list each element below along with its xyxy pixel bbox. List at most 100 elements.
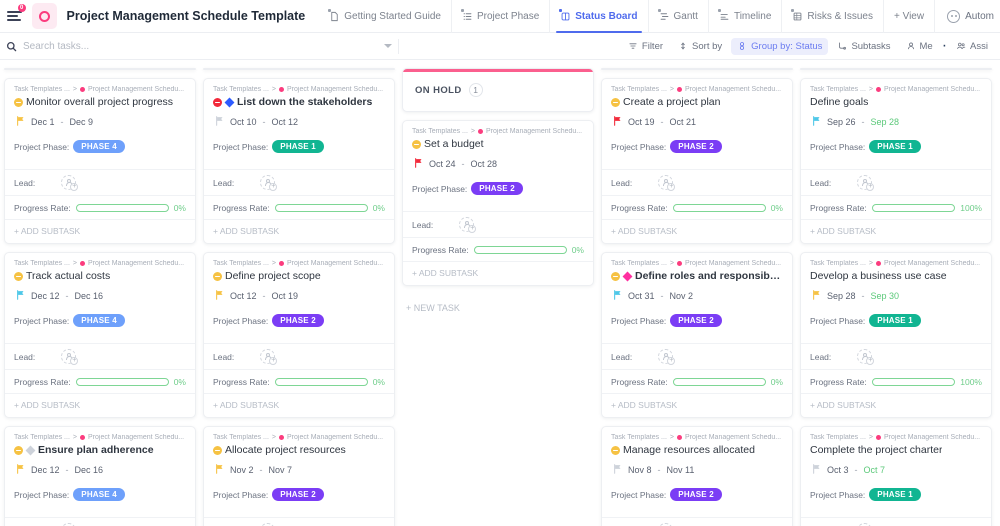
task-title[interactable]: Ensure plan adherence	[38, 444, 154, 457]
progress-bar[interactable]	[274, 203, 368, 212]
task-title[interactable]: Develop a business use case	[810, 270, 947, 283]
project-phase-chip[interactable]: PHASE 4	[73, 314, 125, 327]
progress-bar[interactable]	[75, 203, 169, 212]
progress-rate-field[interactable]: Progress Rate: 0%	[5, 369, 195, 393]
toolbar-button-group-by-status[interactable]: Group by: Status	[731, 37, 829, 55]
progress-bar[interactable]	[871, 377, 956, 386]
project-phase-chip[interactable]: PHASE 2	[670, 488, 722, 501]
lead-field[interactable]: Lead:+	[602, 169, 792, 195]
project-phase-field[interactable]: Project Phase: PHASE 4	[14, 485, 186, 509]
project-phase-field[interactable]: Project Phase: PHASE 1	[810, 137, 982, 161]
task-title[interactable]: Allocate project resources	[225, 444, 346, 457]
task-date-range[interactable]: Sep 26- Sep 28	[810, 116, 982, 128]
tab-getting-started-guide[interactable]: Getting Started Guide	[319, 0, 451, 33]
project-phase-field[interactable]: Project Phase: PHASE 2	[213, 311, 385, 335]
task-date-range[interactable]: Oct 31- Nov 2	[611, 290, 783, 302]
project-phase-chip[interactable]: PHASE 2	[471, 182, 523, 195]
lead-field[interactable]: Lead:+	[5, 517, 195, 526]
breadcrumb[interactable]: Task Templates ... > Project Management Sc…	[810, 434, 982, 441]
task-card[interactable]: Task Templates ... > Project Management Sc…	[800, 252, 992, 418]
add-subtask-button[interactable]: + ADD SUBTASK	[403, 261, 593, 285]
task-title[interactable]: Complete the project charter	[810, 444, 942, 457]
add-assignee-avatar-icon[interactable]: +	[260, 175, 278, 191]
add-assignee-avatar-icon[interactable]: +	[658, 349, 676, 365]
progress-rate-field[interactable]: Progress Rate: 100%	[801, 195, 991, 219]
column-header[interactable]: TO DO 7	[4, 68, 196, 70]
task-title[interactable]: List down the stakeholders	[237, 96, 372, 109]
breadcrumb[interactable]: Task Templates ... > Project Management Sc…	[213, 434, 385, 441]
task-card[interactable]: Task Templates ... > Project Management Sc…	[4, 252, 196, 418]
task-card[interactable]: Task Templates ... > Project Management Sc…	[800, 78, 992, 244]
lead-field[interactable]: Lead:+	[5, 169, 195, 195]
task-card[interactable]: Task Templates ... > Project Management Sc…	[601, 426, 793, 526]
progress-rate-field[interactable]: Progress Rate: 100%	[801, 369, 991, 393]
progress-bar[interactable]	[274, 377, 368, 386]
breadcrumb[interactable]: Task Templates ... > Project Management Sc…	[213, 86, 385, 93]
toolbar-button-sort-by[interactable]: Sort by	[672, 38, 728, 55]
breadcrumb[interactable]: Task Templates ... > Project Management Sc…	[14, 434, 186, 441]
task-date-range[interactable]: Nov 8- Nov 11	[611, 464, 783, 476]
tab-risks-issues[interactable]: Risks & Issues	[781, 0, 883, 33]
search-input[interactable]	[23, 40, 123, 52]
breadcrumb[interactable]: Task Templates ... > Project Management Sc…	[412, 128, 584, 135]
project-phase-field[interactable]: Project Phase: PHASE 2	[412, 179, 584, 203]
task-title[interactable]: Track actual costs	[26, 270, 110, 283]
lead-field[interactable]: Lead:+	[204, 517, 394, 526]
tab-status-board[interactable]: Status Board	[549, 0, 647, 33]
task-card[interactable]: Task Templates ... > Project Management Sc…	[4, 426, 196, 526]
task-card[interactable]: Task Templates ... > Project Management Sc…	[601, 252, 793, 418]
workspace-logo[interactable]	[31, 3, 57, 29]
column-header[interactable]: DELAYED 3	[601, 68, 793, 70]
priority-status-icon[interactable]	[213, 98, 222, 107]
priority-status-icon[interactable]	[213, 272, 222, 281]
task-date-range[interactable]: Oct 12- Oct 19	[213, 290, 385, 302]
lead-field[interactable]: Lead:+	[204, 343, 394, 369]
task-date-range[interactable]: Oct 19- Oct 21	[611, 116, 783, 128]
project-phase-field[interactable]: Project Phase: PHASE 4	[14, 137, 186, 161]
task-date-range[interactable]: Dec 12- Dec 16	[14, 464, 186, 476]
tab-gantt[interactable]: Gantt	[647, 0, 708, 33]
column-header[interactable]: IN PROGRESS 5	[203, 68, 395, 70]
project-phase-chip[interactable]: PHASE 1	[869, 314, 921, 327]
new-task-button[interactable]: + NEW TASK	[402, 294, 594, 322]
column-header[interactable]: ON HOLD 1	[402, 68, 594, 112]
add-assignee-avatar-icon[interactable]: +	[658, 175, 676, 191]
priority-status-icon[interactable]	[611, 98, 620, 107]
task-title[interactable]: Define roles and responsibilities	[635, 270, 783, 283]
priority-status-icon[interactable]	[213, 446, 222, 455]
breadcrumb[interactable]: Task Templates ... > Project Management Sc…	[611, 86, 783, 93]
project-phase-chip[interactable]: PHASE 1	[869, 488, 921, 501]
task-title[interactable]: Define project scope	[225, 270, 321, 283]
project-phase-chip[interactable]: PHASE 2	[272, 314, 324, 327]
lead-field[interactable]: Lead:+	[801, 169, 991, 195]
progress-rate-field[interactable]: Progress Rate: 0%	[602, 195, 792, 219]
priority-status-icon[interactable]	[14, 446, 23, 455]
task-title[interactable]: Create a project plan	[623, 96, 720, 109]
priority-status-icon[interactable]	[611, 272, 620, 281]
add-assignee-avatar-icon[interactable]: +	[857, 349, 875, 365]
lead-field[interactable]: Lead:+	[602, 343, 792, 369]
progress-bar[interactable]	[473, 245, 567, 254]
lead-field[interactable]: Lead:+	[403, 211, 593, 237]
task-card[interactable]: Task Templates ... > Project Management Sc…	[402, 120, 594, 286]
project-phase-field[interactable]: Project Phase: PHASE 1	[213, 137, 385, 161]
progress-bar[interactable]	[871, 203, 956, 212]
add-subtask-button[interactable]: + ADD SUBTASK	[204, 219, 394, 243]
progress-rate-field[interactable]: Progress Rate: 0%	[403, 237, 593, 261]
project-phase-field[interactable]: Project Phase: PHASE 2	[611, 485, 783, 509]
search-box[interactable]	[6, 33, 161, 60]
task-date-range[interactable]: Oct 3- Oct 7	[810, 464, 982, 476]
add-assignee-avatar-icon[interactable]: +	[459, 217, 477, 233]
toolbar-button-assi[interactable]: Assi	[950, 38, 994, 55]
progress-rate-field[interactable]: Progress Rate: 0%	[5, 195, 195, 219]
automations-button[interactable]: Autom	[934, 0, 994, 33]
task-card[interactable]: Task Templates ... > Project Management Sc…	[203, 252, 395, 418]
toolbar-button-subtasks[interactable]: Subtasks	[831, 38, 896, 55]
lead-field[interactable]: Lead:+	[204, 169, 394, 195]
tab-view[interactable]: + View	[882, 0, 934, 33]
task-card[interactable]: Task Templates ... > Project Management Sc…	[4, 78, 196, 244]
progress-rate-field[interactable]: Progress Rate: 0%	[204, 369, 394, 393]
task-date-range[interactable]: Sep 28- Sep 30	[810, 290, 982, 302]
add-assignee-avatar-icon[interactable]: +	[61, 175, 79, 191]
breadcrumb[interactable]: Task Templates ... > Project Management Sc…	[810, 260, 982, 267]
